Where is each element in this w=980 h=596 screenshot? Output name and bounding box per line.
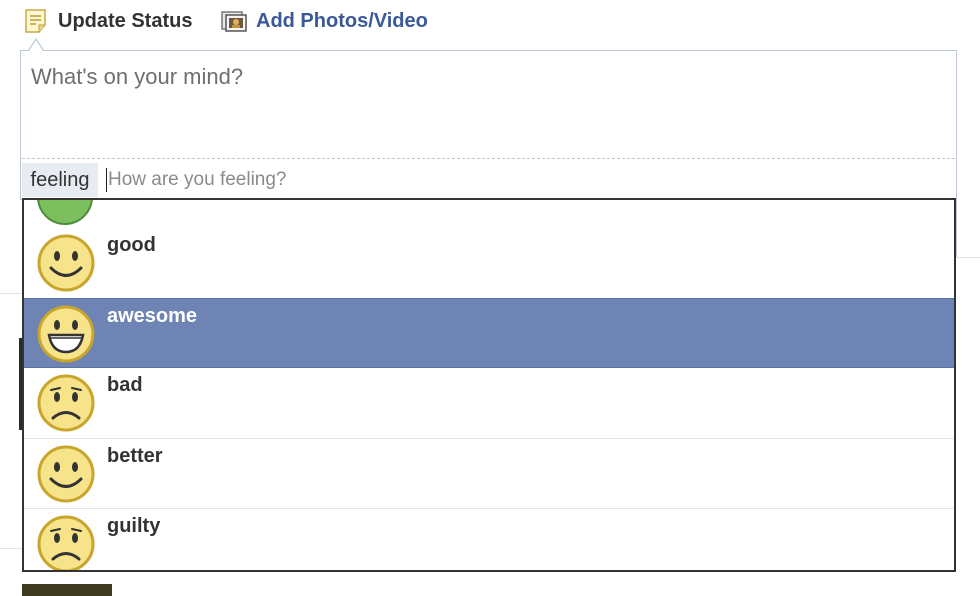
partial-feeling-icon xyxy=(36,200,94,226)
background-divider xyxy=(956,257,980,258)
feeling-option-label: guilty xyxy=(107,515,161,537)
feeling-option-guilty[interactable]: guilty xyxy=(24,508,954,570)
feeling-option-label: awesome xyxy=(107,305,198,327)
grin-icon xyxy=(36,304,96,364)
feeling-tag[interactable]: feeling xyxy=(22,163,98,197)
feeling-option-awesome[interactable]: awesome xyxy=(24,298,954,368)
tab-add-photos-video[interactable]: Add Photos/Video xyxy=(220,8,428,34)
composer-pointer-fill xyxy=(29,40,43,51)
composer-separator xyxy=(22,158,955,159)
feeling-option-bad[interactable]: bad xyxy=(24,368,954,438)
tab-update-status[interactable]: Update Status xyxy=(22,8,192,34)
feeling-input[interactable] xyxy=(108,164,508,196)
feeling-option-good[interactable]: good xyxy=(24,228,954,298)
status-placeholder[interactable]: What's on your mind? xyxy=(31,64,243,90)
tab-update-status-label: Update Status xyxy=(58,9,193,32)
feeling-dropdown[interactable]: good awesome bad better guilty xyxy=(22,198,956,572)
background-divider xyxy=(0,548,22,549)
photo-icon xyxy=(220,8,248,34)
feeling-option-label: bad xyxy=(107,374,143,396)
frown-icon xyxy=(36,373,96,433)
feeling-option-label: better xyxy=(107,445,163,467)
status-note-icon xyxy=(22,8,50,34)
smile-icon xyxy=(36,233,96,293)
feeling-option-better[interactable]: better xyxy=(24,438,954,508)
feeling-option-label: good xyxy=(107,234,156,256)
background-divider xyxy=(0,293,22,294)
text-caret xyxy=(106,168,107,192)
smile-icon xyxy=(36,444,96,504)
next-story-avatar[interactable] xyxy=(22,584,112,596)
frown-icon xyxy=(36,514,96,570)
tab-add-photos-label: Add Photos/Video xyxy=(256,9,428,32)
composer-right-edge xyxy=(956,200,957,257)
